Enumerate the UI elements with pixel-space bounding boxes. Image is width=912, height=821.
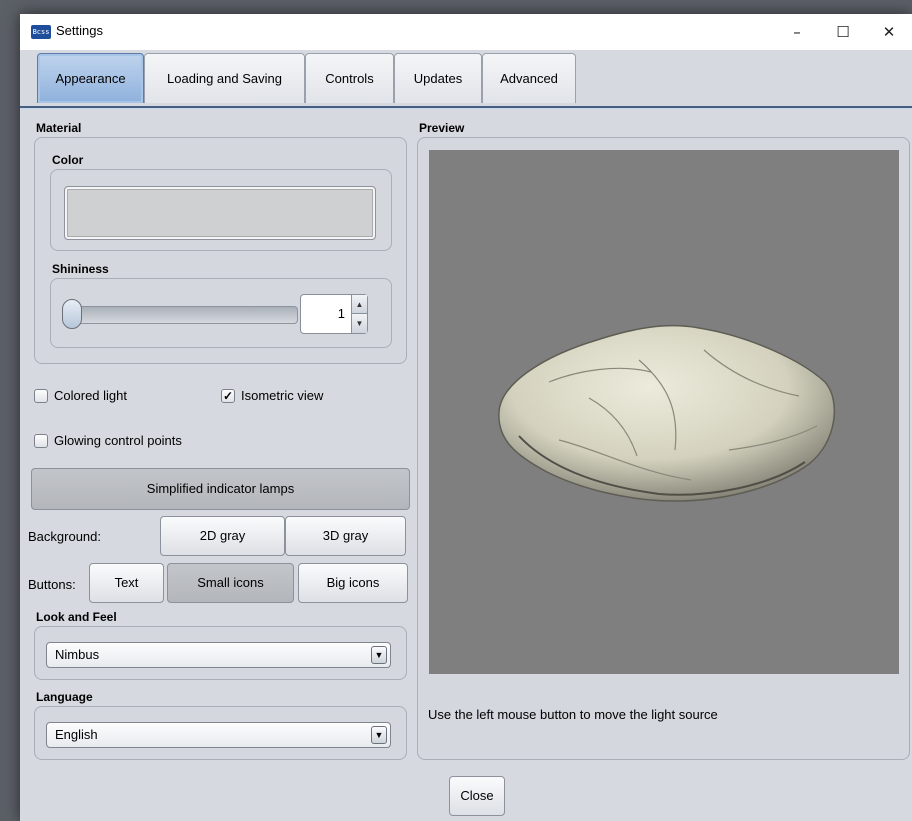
material-label: Material	[36, 121, 82, 135]
tab-loading-and-saving[interactable]: Loading and Saving	[144, 53, 305, 103]
title-bar: Bcss Settings – ☐ ✕	[20, 14, 912, 50]
app-icon: Bcss	[31, 25, 51, 39]
close-window-button[interactable]: ✕	[866, 14, 912, 50]
close-button[interactable]: Close	[449, 776, 505, 816]
chevron-down-icon[interactable]: ▼	[371, 646, 387, 664]
tab-underline-highlight	[20, 108, 912, 109]
tab-appearance[interactable]: Appearance	[37, 53, 144, 103]
glowing-points-checkbox[interactable]	[34, 434, 48, 448]
window-title: Settings	[56, 23, 103, 38]
tab-controls[interactable]: Controls	[305, 53, 394, 103]
preview-hint: Use the left mouse button to move the li…	[428, 707, 718, 722]
buttons-big-icons-option[interactable]: Big icons	[298, 563, 408, 603]
shininess-slider-track[interactable]	[64, 306, 298, 324]
preview-label: Preview	[419, 121, 465, 135]
settings-window: Bcss Settings – ☐ ✕ Appearance Loading a…	[20, 14, 912, 821]
look-and-feel-label: Look and Feel	[36, 610, 117, 624]
isometric-view-label[interactable]: Isometric view	[241, 388, 323, 403]
buttons-small-icons-option[interactable]: Small icons	[167, 563, 294, 603]
buttons-label: Buttons:	[28, 577, 76, 592]
colored-light-label[interactable]: Colored light	[54, 388, 127, 403]
background-label: Background:	[28, 529, 101, 544]
glowing-points-label[interactable]: Glowing control points	[54, 433, 182, 448]
language-label: Language	[36, 690, 93, 704]
background-3d-gray-button[interactable]: 3D gray	[285, 516, 406, 556]
simplified-indicator-lamps-toggle[interactable]: Simplified indicator lamps	[31, 468, 410, 510]
rock-model-preview[interactable]	[429, 150, 899, 674]
language-dropdown[interactable]: English ▼	[46, 722, 391, 748]
spinner-down-arrow-icon[interactable]: ▼	[351, 314, 367, 333]
colored-light-checkbox[interactable]	[34, 389, 48, 403]
preview-canvas[interactable]	[429, 150, 899, 674]
color-swatch[interactable]	[64, 186, 376, 240]
tab-advanced[interactable]: Advanced	[482, 53, 576, 103]
buttons-text-option[interactable]: Text	[89, 563, 164, 603]
color-label: Color	[52, 153, 84, 167]
shininess-slider-thumb[interactable]	[62, 299, 82, 329]
language-value[interactable]: English	[55, 723, 98, 747]
background-2d-gray-button[interactable]: 2D gray	[160, 516, 285, 556]
tab-updates[interactable]: Updates	[394, 53, 482, 103]
maximize-button[interactable]: ☐	[820, 14, 866, 50]
look-and-feel-value[interactable]: Nimbus	[55, 643, 99, 667]
spinner-up-arrow-icon[interactable]: ▲	[351, 295, 367, 314]
look-and-feel-dropdown[interactable]: Nimbus ▼	[46, 642, 391, 668]
chevron-down-icon[interactable]: ▼	[371, 726, 387, 744]
tab-bar: Appearance Loading and Saving Controls U…	[20, 50, 912, 106]
shininess-label: Shininess	[52, 262, 109, 276]
minimize-button[interactable]: –	[774, 14, 820, 50]
isometric-view-checkbox[interactable]: ✓	[221, 389, 235, 403]
shininess-value[interactable]: 1	[301, 295, 351, 333]
shininess-spinner[interactable]: 1 ▲ ▼	[300, 294, 368, 334]
